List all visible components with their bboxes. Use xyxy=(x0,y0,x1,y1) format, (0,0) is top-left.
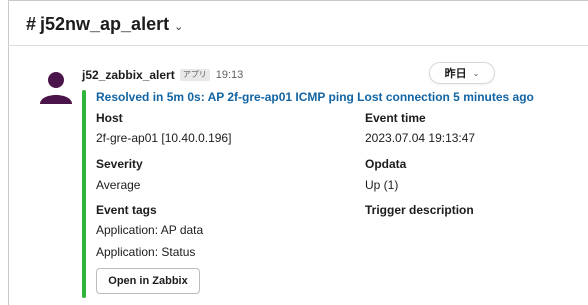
event-time-value: 2023.07.04 19:13:47 xyxy=(365,131,476,145)
channel-hash: # xyxy=(26,14,37,34)
date-divider-button[interactable]: 昨日 ⌄ xyxy=(429,62,495,84)
channel-header: # j52nw_ap_alert ⌄ xyxy=(8,0,588,46)
chevron-down-icon: ⌄ xyxy=(174,20,184,33)
opdata-value: Up (1) xyxy=(365,178,399,192)
event-tag-value: Application: AP data xyxy=(96,223,204,237)
open-in-zabbix-button[interactable]: Open in Zabbix xyxy=(96,268,200,294)
event-time-label: Event time xyxy=(365,111,426,125)
event-tags-label: Event tags xyxy=(96,203,157,217)
channel-name: j52nw_ap_alert xyxy=(40,14,170,34)
resolved-link[interactable]: Resolved in 5m 0s: AP 2f-gre-ap01 ICMP p… xyxy=(96,90,534,104)
channel-title[interactable]: # j52nw_ap_alert ⌄ xyxy=(26,14,183,35)
date-divider-label: 昨日 xyxy=(444,68,467,80)
host-value: 2f-gre-ap01 [10.40.0.196] xyxy=(96,131,232,145)
message-meta-row: j52_zabbix_alert アプリ 19:13 xyxy=(82,66,588,84)
sender-name[interactable]: j52_zabbix_alert xyxy=(82,68,175,82)
chevron-down-icon: ⌄ xyxy=(472,68,480,78)
severity-label: Severity xyxy=(96,157,143,171)
person-icon xyxy=(40,72,72,104)
trigger-description-label: Trigger description xyxy=(365,203,474,217)
host-label: Host xyxy=(96,111,123,125)
event-tag-value: Application: Status xyxy=(96,245,196,259)
app-badge: アプリ xyxy=(179,69,210,81)
attachment-color-bar xyxy=(82,90,86,298)
severity-value: Average xyxy=(96,178,141,192)
avatar[interactable] xyxy=(38,70,74,106)
opdata-label: Opdata xyxy=(365,157,407,171)
message-timestamp[interactable]: 19:13 xyxy=(216,69,244,81)
